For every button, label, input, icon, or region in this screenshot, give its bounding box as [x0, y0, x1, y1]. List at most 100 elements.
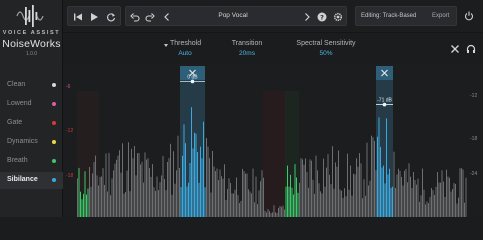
play-icon[interactable] — [89, 12, 99, 22]
export-button[interactable]: Export — [432, 13, 449, 19]
waveform-bar — [174, 183, 176, 217]
sidebar: VOICE ASSIST NoiseWorks 1.0.0 Clean Lowe… — [0, 0, 63, 217]
waveform-bar — [285, 186, 287, 217]
waveform-bar — [300, 158, 302, 217]
waveform-canvas[interactable]: 0 dB -71 dB — [63, 63, 483, 217]
module-dynamics[interactable]: Dynamics — [0, 134, 63, 151]
waveform-bar — [393, 151, 395, 217]
waveform-bar — [281, 206, 282, 217]
module-clean[interactable]: Clean — [0, 77, 63, 94]
waveform-bar — [138, 153, 140, 217]
waveform-bar — [110, 195, 111, 217]
waveform-bar — [399, 170, 401, 217]
toolbar: ? Pop Vocal Editing: Track-Based Export — [63, 0, 483, 33]
waveform-bar — [366, 142, 368, 217]
waveform-bar — [398, 168, 399, 217]
waveform-bar — [120, 172, 122, 217]
waveform-bar — [350, 165, 351, 217]
waveform-bar — [435, 186, 437, 217]
module-breath[interactable]: Breath — [0, 153, 63, 170]
module-sibilance[interactable]: Sibilance — [0, 172, 63, 189]
logo-icon — [16, 5, 44, 27]
threshold-dropdown-icon[interactable] — [164, 44, 168, 47]
waveform-bar — [98, 185, 99, 217]
waveform-bar — [132, 158, 134, 217]
waveform-bar — [215, 171, 216, 217]
waveform-bar — [428, 203, 429, 217]
scale-label: -24 — [470, 171, 478, 177]
waveform-bar — [326, 167, 327, 217]
help-icon[interactable]: ? — [317, 12, 327, 22]
waveform-bar — [170, 143, 171, 217]
spectral-sensitivity-param[interactable]: Spectral Sensitivity 50% — [295, 40, 357, 57]
waveform-bar — [303, 164, 305, 217]
waveform-bar — [321, 193, 323, 217]
waveform-bar — [293, 194, 294, 217]
transport-group — [67, 6, 121, 26]
chevron-right-icon[interactable] — [302, 12, 312, 22]
waveform-bar — [125, 192, 126, 217]
undo-icon[interactable] — [130, 12, 140, 22]
waveform-bar — [401, 176, 402, 217]
waveform-bar — [440, 182, 441, 217]
gear-icon[interactable] — [333, 12, 343, 22]
threshold-value[interactable]: Auto — [170, 50, 200, 57]
waveform-bar — [165, 190, 167, 217]
waveform-bar — [462, 169, 464, 217]
loop-icon[interactable] — [106, 12, 116, 22]
module-label: Lowend — [7, 100, 32, 107]
waveform-bar — [111, 178, 113, 217]
waveform-bar — [336, 166, 338, 217]
waveform-bar — [287, 165, 288, 217]
module-lowend[interactable]: Lowend — [0, 96, 63, 113]
waveform-bar — [368, 185, 369, 217]
waveform-bar — [105, 153, 107, 217]
waveform-bar — [141, 161, 143, 217]
waveform-bar — [341, 190, 342, 217]
waveform-bar — [438, 182, 440, 217]
selection-region[interactable]: -71 dB — [376, 66, 393, 217]
selection-region[interactable]: 0 dB — [180, 66, 205, 217]
brand-tagline: VOICE ASSIST — [2, 30, 61, 36]
waveform-bar — [114, 163, 116, 217]
sensitivity-value[interactable]: 50% — [295, 50, 357, 57]
waveform-bar — [123, 193, 125, 217]
preset-name[interactable]: Pop Vocal — [203, 6, 263, 26]
waveform-bar — [108, 152, 110, 217]
threshold-label: Threshold — [170, 40, 202, 47]
waveform-bar — [246, 173, 248, 217]
transition-param[interactable]: Transition 20ms — [230, 40, 264, 57]
waveform-bar — [152, 164, 153, 217]
module-label: Sibilance — [7, 176, 38, 183]
gate-region — [263, 91, 287, 217]
waveform-bar — [219, 169, 221, 217]
module-gate[interactable]: Gate — [0, 115, 63, 132]
waveform-bar — [176, 170, 177, 217]
waveform-display[interactable]: 0 dB -71 dB -6 -12 -18 -12 -18 -24 — [63, 63, 483, 217]
waveform-bar — [155, 190, 156, 217]
editing-mode-label[interactable]: Editing: Track-Based — [361, 13, 416, 19]
headphones-icon[interactable] — [466, 44, 476, 54]
waveform-bar — [131, 148, 132, 217]
waveform-bar — [93, 162, 95, 217]
waveform-bar — [434, 194, 435, 217]
waveform-bar — [444, 196, 446, 217]
waveform-bar — [168, 158, 170, 217]
waveform-bar — [171, 194, 173, 217]
waveform-bar — [282, 205, 284, 217]
waveform-bar — [257, 204, 258, 217]
skip-back-icon[interactable] — [73, 12, 83, 22]
threshold-param[interactable]: Threshold Auto — [170, 40, 202, 57]
transition-value[interactable]: 20ms — [230, 50, 264, 57]
close-icon[interactable] — [450, 44, 460, 54]
waveform-bar — [345, 196, 347, 217]
waveform-bar — [369, 180, 371, 217]
waveform-bar — [81, 199, 83, 217]
chevron-left-icon[interactable] — [162, 12, 172, 22]
redo-icon[interactable] — [145, 12, 155, 22]
waveform-bar — [116, 159, 117, 217]
waveform-bar — [464, 202, 465, 217]
power-icon[interactable] — [464, 11, 474, 21]
waveform-bar — [353, 173, 354, 217]
waveform-bar — [311, 160, 312, 217]
